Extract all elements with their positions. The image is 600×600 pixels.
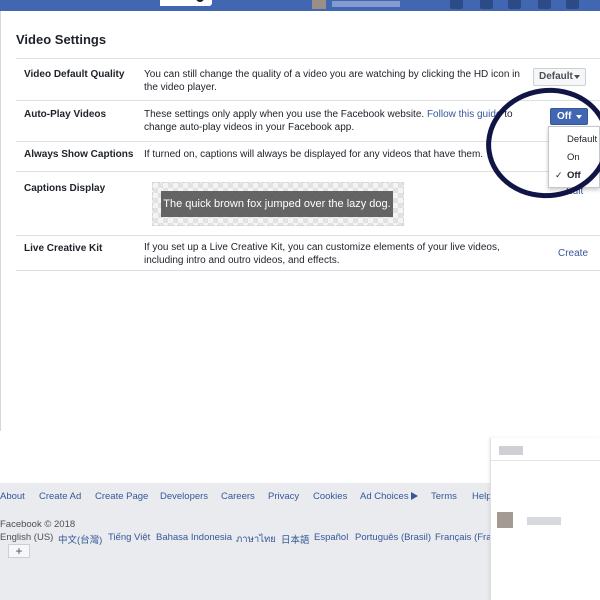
captions-description: If turned on, captions will always be di… [144, 149, 484, 160]
row-divider [16, 270, 600, 271]
dropdown-option-on[interactable]: On [567, 152, 580, 163]
language-option[interactable]: ภาษาไทย [236, 532, 276, 547]
caption-preview: The quick brown fox jumped over the lazy… [152, 182, 404, 226]
follow-guide-link[interactable]: Follow this guide [427, 109, 501, 120]
chat-contact-avatar[interactable] [497, 512, 513, 528]
profile-name-blurred[interactable] [332, 1, 400, 7]
autoplay-value: Off [557, 111, 572, 122]
footer-link-privacy[interactable]: Privacy [268, 491, 299, 502]
captions-display-label: Captions Display [24, 183, 106, 194]
video-quality-description: You can still change the quality of a vi… [144, 69, 520, 93]
footer-link-create-ad[interactable]: Create Ad [39, 491, 81, 502]
autoplay-dropdown-menu: Default On ✓ Off [548, 126, 600, 188]
footer-link-terms[interactable]: Terms [431, 491, 457, 502]
quick-help-icon[interactable] [538, 0, 551, 9]
account-menu-icon[interactable] [566, 0, 579, 9]
row-divider [16, 171, 600, 172]
caption-preview-text: The quick brown fox jumped over the lazy… [161, 191, 393, 217]
left-border [0, 11, 1, 431]
row-divider [16, 235, 600, 236]
language-option[interactable]: Português (Brasil) [355, 532, 431, 543]
check-icon: ✓ [555, 170, 563, 180]
chat-contact-name-blurred[interactable] [527, 517, 561, 525]
dropdown-option-off[interactable]: Off [567, 170, 581, 181]
video-quality-value: Default [539, 71, 573, 82]
footer-link-developers[interactable]: Developers [160, 491, 208, 502]
language-option[interactable]: 日本語 [281, 532, 310, 546]
autoplay-description-start: These settings only apply when you use t… [144, 109, 427, 120]
dropdown-option-default[interactable]: Default [567, 134, 597, 145]
language-option[interactable]: Bahasa Indonesia [156, 532, 232, 543]
video-quality-label: Video Default Quality [24, 69, 125, 80]
footer-link-ad-choices[interactable]: Ad Choices [360, 491, 418, 502]
live-kit-description: If you set up a Live Creative Kit, you c… [144, 242, 500, 266]
live-kit-label: Live Creative Kit [24, 243, 103, 254]
chevron-down-icon [574, 75, 580, 79]
footer-link-help[interactable]: Help [472, 491, 492, 502]
captions-label: Always Show Captions [24, 149, 134, 160]
language-current: English (US) [0, 532, 54, 543]
language-option[interactable]: 中文(台灣) [58, 532, 102, 546]
chevron-down-icon [576, 115, 582, 119]
search-input[interactable] [160, 0, 212, 6]
autoplay-label: Auto-Play Videos [24, 109, 107, 120]
copyright: Facebook © 2018 [0, 519, 76, 530]
title-divider [16, 58, 600, 59]
footer-link-careers[interactable]: Careers [221, 491, 255, 502]
autoplay-description: These settings only apply when you use t… [144, 108, 532, 134]
add-language-button[interactable]: + [8, 544, 30, 558]
video-quality-select[interactable]: Default [533, 68, 586, 86]
ad-choices-label: Ad Choices [360, 491, 409, 502]
friend-requests-icon[interactable] [450, 0, 463, 9]
ad-choices-icon [410, 492, 418, 501]
notifications-icon[interactable] [508, 0, 521, 9]
messages-icon[interactable] [480, 0, 493, 9]
live-kit-create-link[interactable]: Create [558, 248, 588, 259]
language-option[interactable]: Español [314, 532, 348, 543]
top-nav-bar [0, 0, 600, 11]
chat-header-blurred [499, 446, 523, 455]
footer-link-about[interactable]: About [0, 491, 25, 502]
autoplay-select[interactable]: Off [550, 108, 588, 125]
footer-link-create-page[interactable]: Create Page [95, 491, 148, 502]
chat-sidebar [490, 438, 600, 600]
page-title: Video Settings [16, 32, 107, 47]
chat-divider [491, 460, 600, 461]
row-divider [16, 100, 600, 101]
footer-link-cookies[interactable]: Cookies [313, 491, 347, 502]
language-option[interactable]: Tiếng Việt [108, 532, 150, 543]
row-divider [16, 141, 600, 142]
profile-avatar[interactable] [312, 0, 326, 9]
